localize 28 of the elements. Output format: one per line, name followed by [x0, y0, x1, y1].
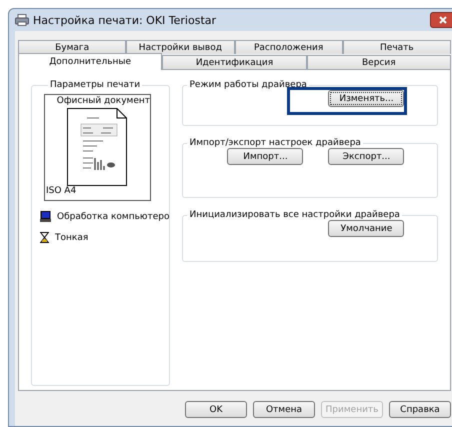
group-title: Инициализировать все настройки драйвера	[188, 210, 401, 220]
tab[interactable]: Версия	[306, 55, 451, 69]
tab[interactable]: Дополнительные	[18, 53, 162, 70]
action-button[interactable]: Экспорт...	[328, 148, 404, 165]
action-button[interactable]: Умолчание	[328, 220, 404, 237]
close-button[interactable]	[430, 12, 452, 28]
hourglass-icon	[40, 232, 49, 243]
group-title: Режим работы драйвера	[188, 80, 308, 90]
printer-icon	[15, 14, 29, 26]
dialog-button[interactable]: OK	[185, 401, 247, 418]
setting-label: Обработка компьютеро	[57, 212, 170, 222]
setting-label: Тонкая	[55, 232, 88, 242]
tab[interactable]: Расположения	[234, 40, 343, 54]
group-title: Параметры печати	[49, 80, 142, 90]
group-title: Импорт/экспорт настроек драйвера	[188, 138, 362, 148]
preview-title: Офисный документ	[56, 95, 150, 106]
close-icon	[439, 16, 447, 24]
action-button[interactable]: Изменять...	[328, 90, 404, 107]
dialog-button[interactable]: Отмена	[253, 401, 315, 418]
tab[interactable]: Печать	[342, 40, 451, 54]
dialog-button[interactable]: Справка	[389, 401, 451, 418]
tab[interactable]: Настройки вывод	[126, 40, 234, 54]
tab[interactable]: Бумага	[18, 40, 126, 54]
window-title: Настройка печати: OKI Teriostar	[33, 14, 216, 26]
tab[interactable]: Идентификация	[162, 55, 307, 69]
action-button[interactable]: Импорт...	[227, 148, 304, 165]
paper-size-label: ISO A4	[45, 186, 78, 196]
computer-icon	[40, 211, 51, 222]
